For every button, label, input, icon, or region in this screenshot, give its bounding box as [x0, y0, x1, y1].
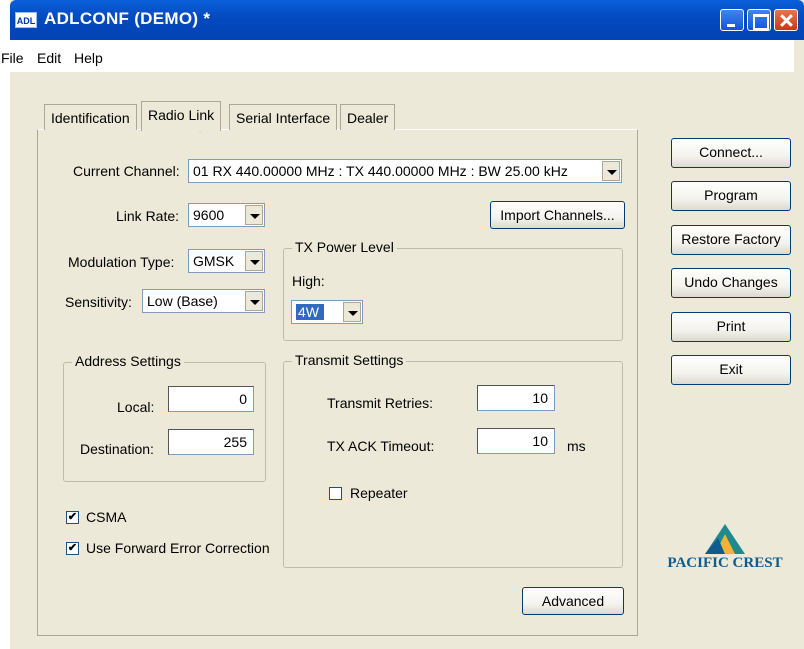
close-icon[interactable]	[774, 9, 798, 31]
chevron-down-icon[interactable]	[602, 161, 620, 181]
destination-address-field[interactable]: 255	[168, 429, 254, 455]
tx-power-value: 4W	[296, 304, 324, 320]
destination-label: Destination:	[80, 441, 154, 457]
address-settings-label: Address Settings	[72, 353, 184, 369]
tab-identification[interactable]: Identification	[44, 104, 137, 130]
window-title: ADLCONF (DEMO) *	[44, 9, 211, 28]
sensitivity-select[interactable]: Low (Base)	[142, 289, 265, 313]
chevron-down-icon[interactable]	[245, 291, 263, 311]
link-rate-select[interactable]: 9600	[188, 203, 265, 227]
advanced-button[interactable]: Advanced	[522, 587, 624, 615]
modulation-type-label: Modulation Type:	[68, 254, 175, 270]
maximize-icon[interactable]	[747, 9, 771, 31]
local-address-field[interactable]: 0	[168, 386, 254, 412]
csma-checkbox[interactable]: ✔	[66, 511, 79, 524]
tx-power-group: TX Power Level	[283, 239, 623, 341]
link-rate-label: Link Rate:	[116, 208, 180, 224]
tx-power-group-label: TX Power Level	[292, 239, 397, 255]
csma-label: CSMA	[86, 509, 127, 525]
sensitivity-label: Sensitivity:	[65, 294, 132, 310]
menu-bar: File Edit Help	[0, 40, 794, 72]
exit-button[interactable]: Exit	[671, 355, 791, 385]
print-button[interactable]: Print	[671, 312, 791, 342]
tab-dealer[interactable]: Dealer	[340, 104, 396, 130]
repeater-checkbox[interactable]	[329, 487, 342, 500]
title-bar[interactable]: ADL ADLCONF (DEMO) *	[10, 0, 804, 40]
chevron-down-icon[interactable]	[245, 205, 263, 225]
fec-checkbox[interactable]: ✔	[66, 542, 79, 555]
app-icon: ADL	[15, 12, 37, 28]
undo-changes-button[interactable]: Undo Changes	[671, 268, 791, 298]
program-button[interactable]: Program	[671, 181, 791, 211]
menu-edit[interactable]: Edit	[37, 50, 61, 66]
repeater-label: Repeater	[350, 485, 408, 501]
fec-label: Use Forward Error Correction	[86, 540, 270, 556]
restore-factory-button[interactable]: Restore Factory	[671, 225, 791, 255]
transmit-retries-label: Transmit Retries:	[327, 395, 434, 411]
link-rate-value: 9600	[193, 207, 225, 223]
tab-serial-interface[interactable]: Serial Interface	[229, 104, 338, 130]
tab-radio-link[interactable]: Radio Link	[141, 101, 222, 131]
menu-file[interactable]: File	[1, 50, 24, 66]
address-settings-group: Address Settings	[63, 353, 266, 482]
tx-ack-unit: ms	[567, 438, 586, 454]
tx-ack-timeout-field[interactable]: 10	[477, 428, 555, 454]
transmit-settings-group: Transmit Settings	[283, 352, 623, 568]
mountain-logo-icon	[705, 524, 745, 554]
tx-power-select[interactable]: 4W	[291, 300, 363, 324]
modulation-type-value: GMSK	[193, 253, 235, 269]
transmit-settings-label: Transmit Settings	[292, 352, 407, 368]
logo-text: PACIFIC CREST	[667, 555, 783, 571]
chevron-down-icon[interactable]	[343, 302, 361, 322]
minimize-icon[interactable]	[720, 9, 744, 31]
current-channel-value: 01 RX 440.00000 MHz : TX 440.00000 MHz :…	[193, 163, 568, 179]
chevron-down-icon[interactable]	[245, 251, 263, 271]
transmit-retries-field[interactable]: 10	[477, 385, 555, 411]
import-channels-button[interactable]: Import Channels...	[490, 201, 625, 229]
pacific-crest-logo: PACIFIC CREST	[660, 520, 790, 580]
sensitivity-value: Low (Base)	[147, 293, 218, 309]
current-channel-label: Current Channel:	[73, 163, 180, 179]
connect-button[interactable]: Connect...	[671, 138, 791, 168]
current-channel-select[interactable]: 01 RX 440.00000 MHz : TX 440.00000 MHz :…	[188, 159, 622, 183]
menu-help[interactable]: Help	[74, 50, 103, 66]
modulation-type-select[interactable]: GMSK	[188, 249, 265, 273]
tx-ack-timeout-label: TX ACK Timeout:	[327, 438, 435, 454]
tx-power-high-label: High:	[292, 273, 325, 289]
local-label: Local:	[117, 399, 155, 415]
